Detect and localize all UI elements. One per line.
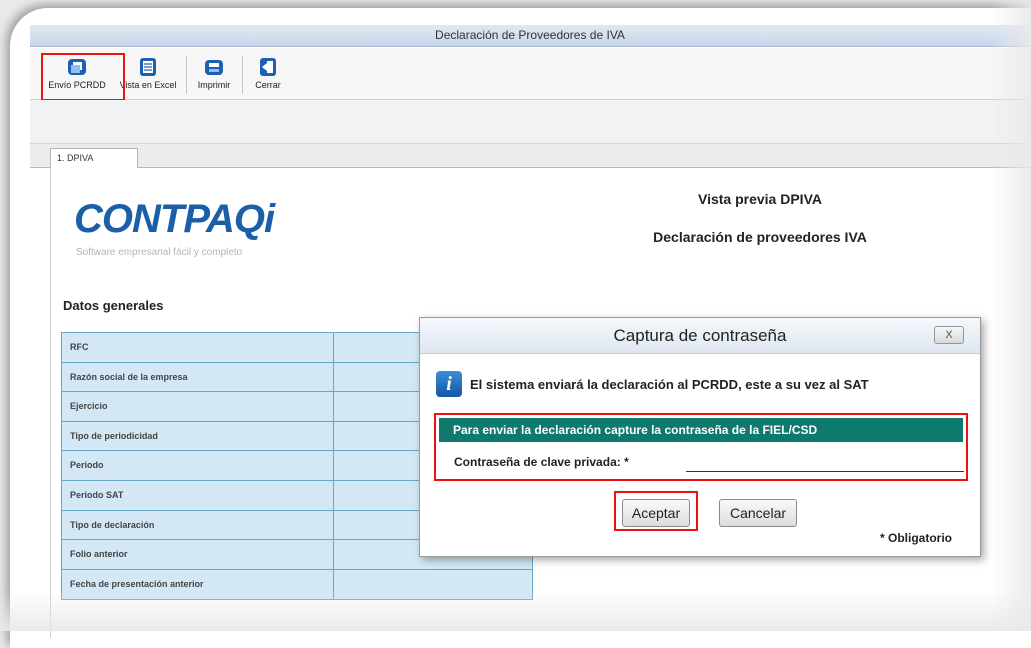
required-note: * Obligatorio [880,531,952,545]
highlight-send-button [41,53,125,101]
contpaqi-logo: CONTPAQi [74,197,274,242]
dialog-close-button[interactable]: X [934,326,964,344]
field-value [334,570,532,600]
dialog-title: Captura de contraseña [420,326,980,346]
info-message: El sistema enviará la declaración al PCR… [470,377,869,392]
logo-brand: CONTPAQ [74,197,264,241]
page-subtitle: Declaración de proveedores IVA [600,229,920,245]
print-label: Imprimir [192,80,236,90]
close-button[interactable]: Cerrar [248,48,288,100]
password-input[interactable] [686,452,964,472]
dialog-titlebar: Captura de contraseña X [420,318,980,354]
field-label: Tipo de periodicidad [62,422,334,451]
password-form: Para enviar la declaración capture la co… [434,413,968,481]
logo-tagline: Software empresarial fácil y completo [76,247,242,258]
field-label: RFC [62,333,334,362]
toolbar-separator [186,56,187,94]
password-label: Contraseña de clave privada: * [454,455,629,469]
logo-brand-suffix: i [264,197,274,241]
table-row: Fecha de presentación anterior [62,570,532,600]
close-label: Cerrar [248,80,288,90]
toolbar-strip [30,100,1030,144]
field-label: Periodo SAT [62,481,334,510]
info-icon: i [436,371,462,397]
field-label: Folio anterior [62,540,334,569]
window-titlebar: Declaración de Proveedores de IVA [30,25,1030,47]
field-label: Periodo [62,451,334,480]
excel-icon [138,57,158,77]
print-button[interactable]: Imprimir [192,48,236,100]
close-door-icon [258,57,278,77]
tab-bar: 1. DPIVA [30,144,1030,168]
toolbar: Envío PCRDD Vista en Excel Imprimir Cerr… [30,48,1030,100]
window-title: Declaración de Proveedores de IVA [30,28,1030,42]
field-label: Fecha de presentación anterior [62,570,334,600]
page-title: Vista previa DPIVA [620,191,900,207]
field-label: Tipo de declaración [62,511,334,540]
highlight-accept-button [614,491,698,531]
field-label: Ejercicio [62,392,334,421]
toolbar-separator [242,56,243,94]
password-dialog: Captura de contraseña X i El sistema env… [419,317,981,557]
excel-view-button[interactable]: Vista en Excel [118,48,178,100]
printer-icon [204,57,224,77]
section-title: Datos generales [63,298,163,313]
tab-dpiva[interactable]: 1. DPIVA [50,148,138,169]
excel-view-label: Vista en Excel [118,80,178,90]
form-header: Para enviar la declaración capture la co… [439,418,963,442]
field-label: Razón social de la empresa [62,363,334,392]
cancel-button[interactable]: Cancelar [719,499,797,527]
